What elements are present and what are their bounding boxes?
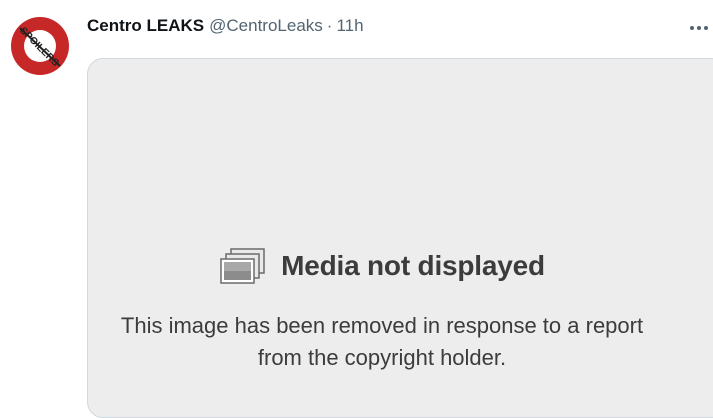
more-options-icon[interactable] [690, 20, 712, 36]
spoilers-avatar-icon: SPOILERS [11, 17, 69, 75]
media-photo-stack-icon [220, 248, 265, 284]
more-dot [690, 26, 694, 30]
author-display-name[interactable]: Centro LEAKS [87, 15, 204, 37]
media-withheld-notice: Media not displayed This image has been … [88, 247, 713, 374]
avatar[interactable]: SPOILERS [10, 16, 70, 76]
tweet-timestamp[interactable]: 11h [336, 15, 363, 37]
more-dot [704, 26, 708, 30]
more-dot [697, 26, 701, 30]
media-card: Media not displayed This image has been … [87, 58, 713, 418]
notice-message: This image has been removed in response … [120, 313, 644, 370]
separator-dot: · [326, 16, 333, 35]
author-handle[interactable]: @CentroLeaks [209, 15, 323, 37]
notice-title-row: Media not displayed [219, 247, 545, 285]
tweet-header: Centro LEAKS @CentroLeaks · 11h [87, 15, 364, 37]
notice-title: Media not displayed [281, 250, 545, 281]
